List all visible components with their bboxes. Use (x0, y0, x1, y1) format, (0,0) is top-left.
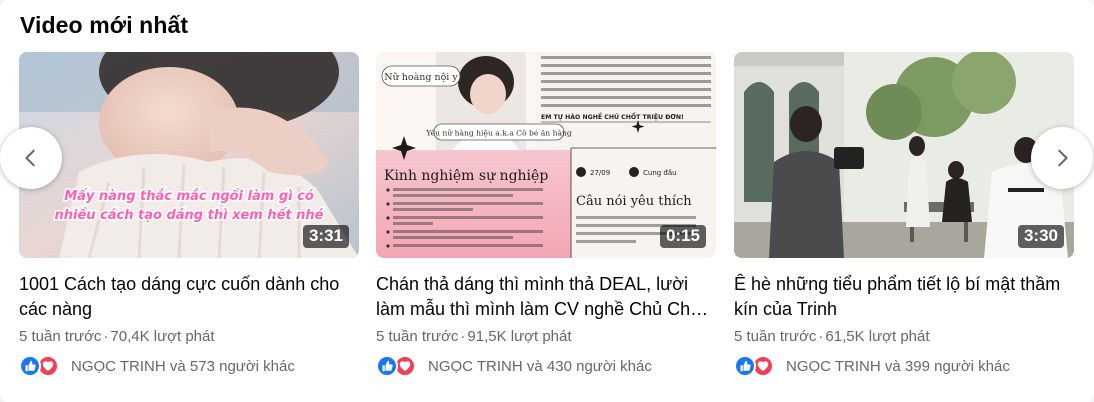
video-card[interactable]: Nữ hoàng nội y Yêu nữ hàng hiệu a.k.a Cô… (376, 52, 716, 378)
video-views: 70,4K lượt phát (110, 328, 215, 345)
thumbs-up-icon (19, 355, 41, 377)
video-title[interactable]: Ê hè những tiểu phẩm tiết lộ bí mật thầm… (734, 272, 1070, 322)
video-card[interactable]: Mấy nàng thắc mắc ngồi làm gì có nhiều c… (19, 52, 359, 378)
video-thumbnail[interactable]: 3:30 (734, 52, 1074, 258)
meta-separator: · (818, 328, 824, 345)
thumb-heading-right: Câu nói yêu thích (576, 194, 692, 209)
video-age: 5 tuần trước (19, 328, 102, 345)
reaction-icons (376, 354, 420, 378)
thumb-tag-2: Yêu nữ hàng hiệu a.k.a Cô bé ăn hàng (425, 129, 572, 138)
chevron-right-icon (1058, 149, 1068, 167)
video-age: 5 tuần trước (376, 328, 459, 345)
thumb-heading-left: Kinh nghiệm sự nghiệp (384, 168, 548, 184)
video-title[interactable]: Chán thả dáng thì mình thả DEAL, lười là… (376, 272, 712, 322)
video-title[interactable]: 1001 Cách tạo dáng cực cuốn dành cho các… (19, 272, 355, 322)
thumb-date: 27/09 (590, 169, 610, 177)
reactions-row[interactable]: NGỌC TRINH và 573 người khác (19, 354, 359, 378)
video-meta: 5 tuần trước · 70,4K lượt phát (19, 327, 359, 347)
video-views: 61,5K lượt phát (825, 328, 930, 345)
thumb-tag-1: Nữ hoàng nội y (384, 72, 458, 83)
video-meta: 5 tuần trước · 61,5K lượt phát (734, 327, 1074, 347)
video-card[interactable]: 3:30 Ê hè những tiểu phẩm tiết lộ bí mật… (734, 52, 1074, 378)
latest-videos-card: Video mới nhất Mấy nàng thắc mắc ngồi là… (0, 0, 1094, 402)
carousel-prev-button[interactable] (0, 127, 62, 189)
reactions-row[interactable]: NGỌC TRINH và 399 người khác (734, 354, 1074, 378)
video-meta: 5 tuần trước · 91,5K lượt phát (376, 327, 716, 347)
reactions-text[interactable]: NGỌC TRINH và 430 người khác (428, 358, 652, 375)
video-age: 5 tuần trước (734, 328, 817, 345)
reaction-icons (19, 354, 63, 378)
video-views: 91,5K lượt phát (467, 328, 572, 345)
thumbs-up-icon (376, 355, 398, 377)
meta-separator: · (460, 328, 466, 345)
video-duration: 3:30 (1017, 225, 1064, 248)
thumb-zodiac: Cung đầu (643, 169, 677, 177)
reactions-row[interactable]: NGỌC TRINH và 430 người khác (376, 354, 716, 378)
reaction-icons (734, 354, 778, 378)
video-thumbnail[interactable]: Nữ hoàng nội y Yêu nữ hàng hiệu a.k.a Cô… (376, 52, 716, 258)
svg-text:nhiều cách tạo dáng thì xem hế: nhiều cách tạo dáng thì xem hết nhé (54, 208, 323, 223)
video-duration: 3:31 (302, 225, 349, 248)
reactions-text[interactable]: NGỌC TRINH và 399 người khác (786, 358, 1010, 375)
carousel-next-button[interactable] (1031, 127, 1093, 189)
video-thumbnail[interactable]: Mấy nàng thắc mắc ngồi làm gì có nhiều c… (19, 52, 359, 258)
video-duration: 0:15 (659, 225, 706, 248)
meta-separator: · (103, 328, 109, 345)
section-title: Video mới nhất (20, 12, 189, 38)
thumbs-up-icon (734, 355, 756, 377)
svg-text:Mấy nàng thắc mắc ngồi làm gì: Mấy nàng thắc mắc ngồi làm gì có (64, 189, 314, 204)
reactions-text[interactable]: NGỌC TRINH và 573 người khác (71, 358, 295, 375)
chevron-left-icon (25, 149, 35, 167)
